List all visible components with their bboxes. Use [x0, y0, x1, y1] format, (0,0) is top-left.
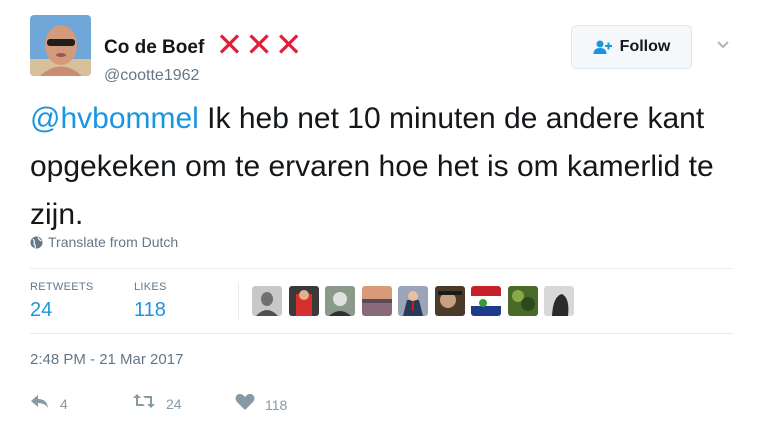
- cross-mark-emoji: ✕✕✕: [215, 26, 305, 63]
- chevron-down-icon[interactable]: [716, 38, 730, 52]
- stats-divider: [238, 283, 239, 319]
- liker-avatar[interactable]: [361, 286, 392, 316]
- display-name-text[interactable]: Co de Boef: [104, 37, 204, 59]
- likes-stat[interactable]: LIKES 118: [134, 281, 167, 322]
- follow-button[interactable]: Follow: [571, 25, 692, 69]
- user-handle[interactable]: @cootte1962: [104, 67, 199, 85]
- reply-icon: [30, 393, 50, 414]
- retweets-label: RETWEETS: [30, 281, 94, 293]
- mention-link[interactable]: @hvbommel: [30, 102, 199, 135]
- tweet-stats: RETWEETS 24 LIKES 118: [30, 268, 733, 334]
- avatar[interactable]: [30, 15, 91, 76]
- translate-label: Translate from Dutch: [48, 234, 179, 250]
- add-user-icon: [593, 40, 613, 54]
- liker-avatars: [252, 286, 581, 316]
- retweet-count: 24: [166, 395, 182, 412]
- liker-avatar[interactable]: [434, 286, 465, 316]
- display-name[interactable]: Co de Boef ✕✕✕: [104, 26, 305, 63]
- liker-avatar[interactable]: [471, 286, 501, 316]
- retweet-icon: [132, 393, 156, 414]
- liker-avatar[interactable]: [252, 286, 282, 316]
- likes-label: LIKES: [134, 281, 167, 293]
- likes-count: 118: [134, 299, 166, 321]
- tweet-timestamp[interactable]: 2:48 PM - 21 Mar 2017: [30, 351, 183, 368]
- heart-icon: [235, 393, 255, 416]
- globe-icon: [30, 236, 43, 249]
- reply-count: 4: [60, 395, 68, 412]
- like-button[interactable]: 118: [235, 393, 287, 416]
- translate-link[interactable]: Translate from Dutch: [30, 234, 178, 250]
- liker-avatar[interactable]: [398, 286, 428, 316]
- liker-avatar[interactable]: [288, 286, 319, 316]
- tweet-text: @hvbommel Ik heb net 10 minuten de ander…: [30, 95, 730, 239]
- liker-avatar[interactable]: [544, 286, 574, 316]
- retweet-button[interactable]: 24: [132, 393, 182, 414]
- liker-avatar[interactable]: [325, 286, 355, 316]
- liker-avatar[interactable]: [507, 286, 538, 316]
- tweet-actions: 4 24 118: [30, 393, 330, 415]
- retweets-stat[interactable]: RETWEETS 24: [30, 281, 94, 322]
- like-count: 118: [265, 396, 288, 413]
- retweets-count: 24: [30, 299, 53, 321]
- reply-button[interactable]: 4: [30, 393, 68, 414]
- follow-button-label: Follow: [619, 38, 671, 55]
- tweet-header: Co de Boef ✕✕✕ @cootte1962 Follow: [30, 15, 740, 84]
